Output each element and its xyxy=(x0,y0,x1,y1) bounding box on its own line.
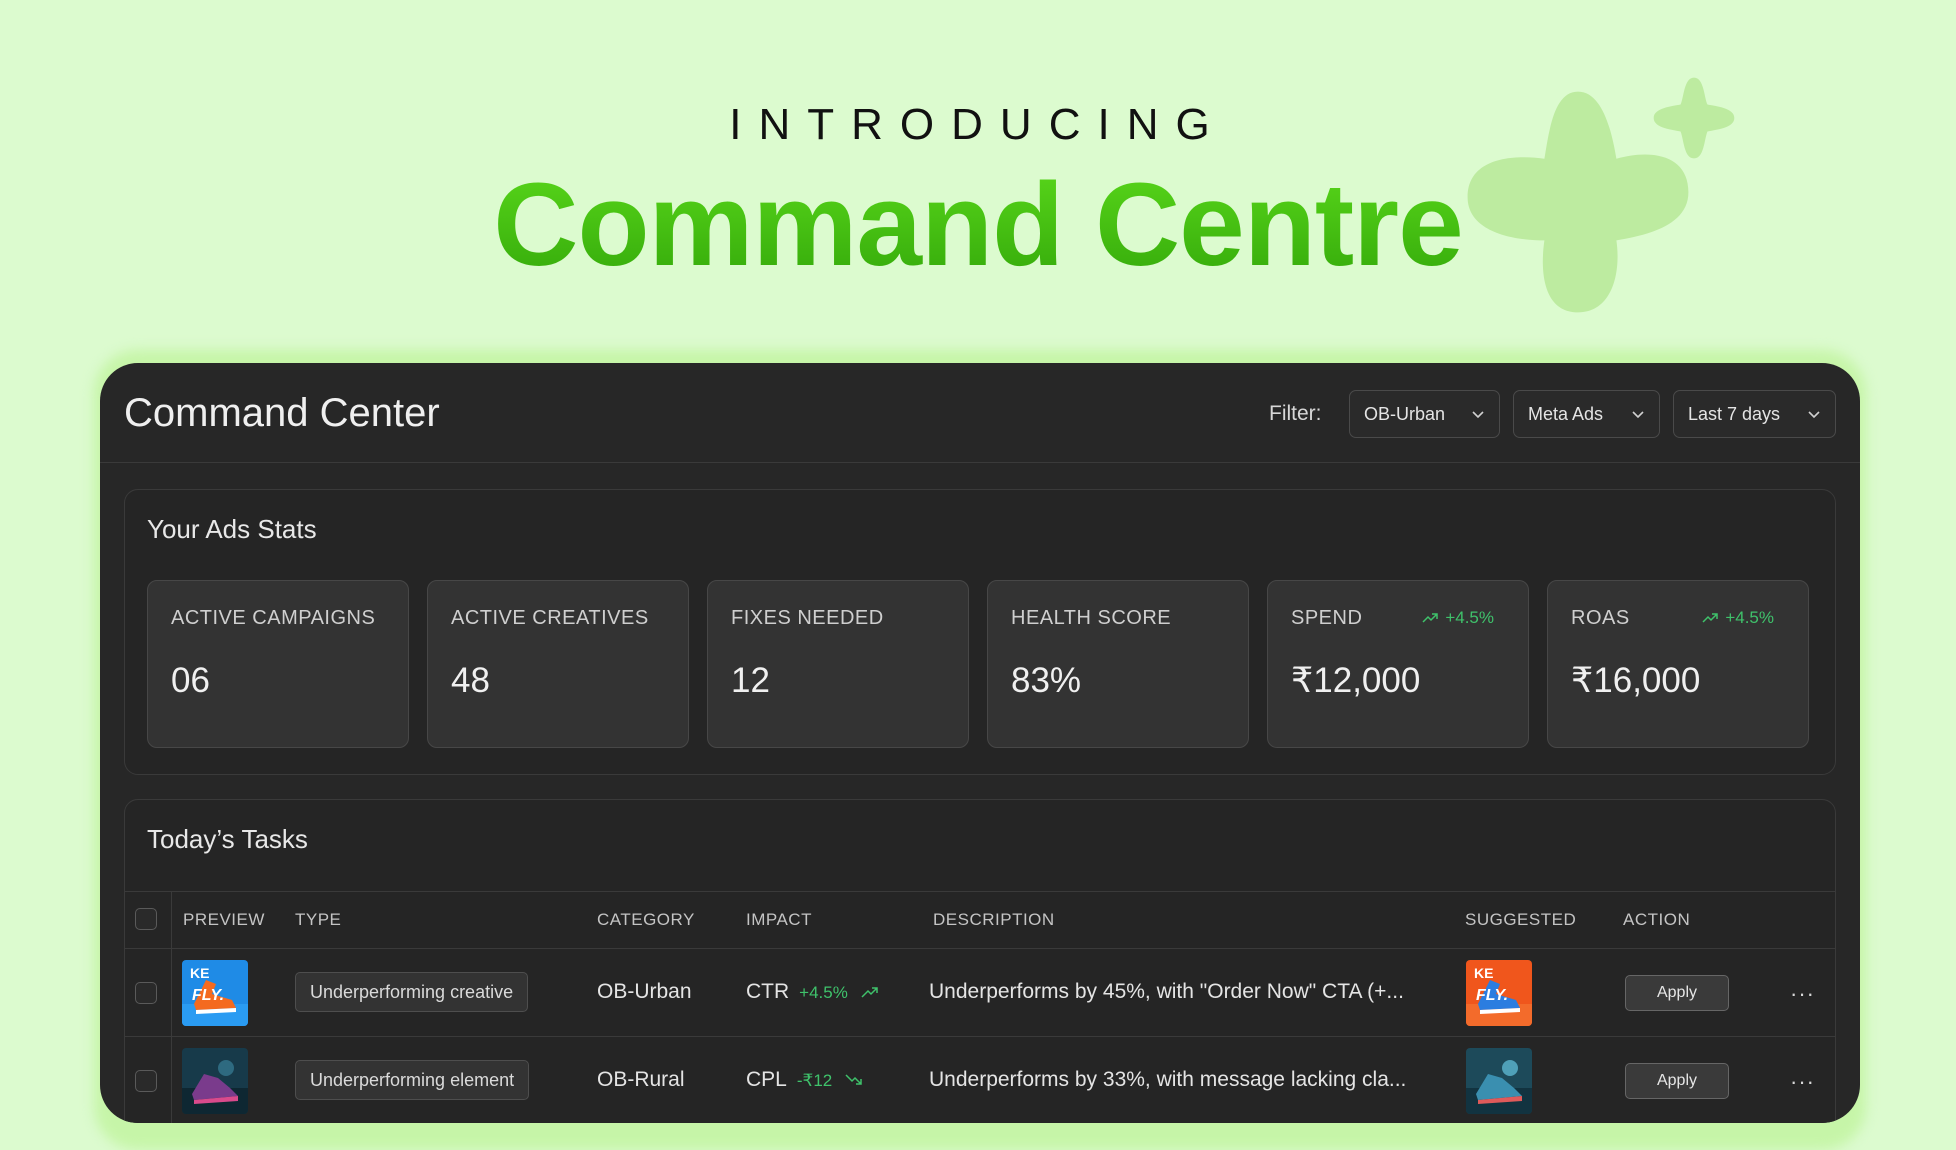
stat-label: SPEND xyxy=(1291,607,1363,629)
more-options-icon[interactable]: ··· xyxy=(1790,1069,1815,1095)
segment-filter-dropdown[interactable]: OB-Urban xyxy=(1349,390,1500,438)
svg-text:FLY.: FLY. xyxy=(192,987,224,1004)
filter-label: Filter: xyxy=(1269,402,1322,425)
suggested-creative-image[interactable] xyxy=(1466,1048,1532,1114)
stat-label: ACTIVE CAMPAIGNS xyxy=(171,607,376,629)
task-category: OB-Urban xyxy=(597,980,692,1003)
shoe-ad-thumbnail: KE FLY. xyxy=(182,960,248,1026)
creative-preview-image[interactable] xyxy=(182,1048,248,1114)
column-divider xyxy=(171,949,172,1036)
stat-label: HEALTH SCORE xyxy=(1011,607,1172,629)
stat-active-campaigns[interactable]: ACTIVE CAMPAIGNS 06 xyxy=(147,580,409,748)
table-row[interactable]: Underperforming element OB-Rural CPL -₹12… xyxy=(125,1037,1835,1123)
svg-text:KE: KE xyxy=(1474,965,1493,981)
sparkle-small-icon xyxy=(1653,77,1735,159)
impact-delta: +4.5% xyxy=(799,983,848,1002)
stat-trend: +4.5% xyxy=(1701,608,1774,628)
task-category: OB-Rural xyxy=(597,1068,685,1091)
trend-up-icon xyxy=(861,987,878,998)
panel-header: Command Center Filter: OB-Urban Meta Ads… xyxy=(100,363,1860,463)
stat-label: ACTIVE CREATIVES xyxy=(451,607,649,629)
impact-metric: CPL xyxy=(746,1068,787,1091)
stat-value: 83% xyxy=(1011,661,1082,700)
column-header-preview[interactable]: PREVIEW xyxy=(183,910,265,930)
column-header-type[interactable]: TYPE xyxy=(295,910,341,930)
channel-filter-value: Meta Ads xyxy=(1528,403,1604,424)
impact-delta: -₹12 xyxy=(796,1071,833,1090)
task-type-pill: Underperforming creative xyxy=(295,972,529,1012)
column-header-action[interactable]: ACTION xyxy=(1623,910,1690,930)
stat-value: 06 xyxy=(171,661,210,700)
segment-filter-value: OB-Urban xyxy=(1364,403,1446,424)
more-options-icon[interactable]: ··· xyxy=(1790,981,1815,1007)
todays-tasks-card: Today’s Tasks PREVIEW TYPE CATEGORY IMPA… xyxy=(124,799,1836,1123)
ads-stats-card: Your Ads Stats ACTIVE CAMPAIGNS 06 ACTIV… xyxy=(124,489,1836,775)
chevron-down-icon xyxy=(1632,411,1644,419)
shoe-photo-thumbnail xyxy=(1466,1048,1532,1114)
stat-fixes-needed[interactable]: FIXES NEEDED 12 xyxy=(707,580,969,748)
row-checkbox[interactable] xyxy=(135,1070,157,1092)
stat-label: FIXES NEEDED xyxy=(731,607,884,629)
trend-down-icon xyxy=(845,1074,862,1086)
trend-up-icon xyxy=(1702,613,1719,623)
stat-trend: +4.5% xyxy=(1421,608,1494,628)
date-range-value: Last 7 days xyxy=(1688,403,1781,424)
stat-health-score[interactable]: HEALTH SCORE 83% xyxy=(987,580,1249,748)
shoe-ad-thumbnail: KE FLY. xyxy=(1466,960,1532,1026)
date-range-dropdown[interactable]: Last 7 days xyxy=(1673,390,1836,438)
task-impact: CTR +4.5% xyxy=(746,980,880,1004)
task-type-pill: Underperforming element xyxy=(295,1060,530,1100)
stat-trend-value: +4.5% xyxy=(1725,608,1774,627)
apply-button[interactable]: Apply xyxy=(1625,1063,1729,1099)
task-impact: CPL -₹12 xyxy=(746,1068,864,1092)
stat-value: 48 xyxy=(451,661,490,700)
column-header-category[interactable]: CATEGORY xyxy=(597,910,695,930)
column-header-description[interactable]: DESCRIPTION xyxy=(933,910,1055,930)
app-title: Command Center xyxy=(124,391,440,435)
stat-value: 12 xyxy=(731,661,770,700)
creative-preview-image[interactable]: KE FLY. xyxy=(182,960,248,1026)
chevron-down-icon xyxy=(1808,411,1820,419)
task-description: Underperforms by 45%, with "Order Now" C… xyxy=(929,980,1404,1003)
shoe-photo-thumbnail xyxy=(182,1048,248,1114)
column-divider xyxy=(171,892,172,948)
apply-button[interactable]: Apply xyxy=(1625,975,1729,1011)
tasks-title: Today’s Tasks xyxy=(147,824,308,854)
suggested-creative-image[interactable]: KE FLY. xyxy=(1466,960,1532,1026)
stat-spend[interactable]: SPEND +4.5% ₹12,000 xyxy=(1267,580,1529,748)
channel-filter-dropdown[interactable]: Meta Ads xyxy=(1513,390,1660,438)
row-checkbox[interactable] xyxy=(135,982,157,1004)
column-header-impact[interactable]: IMPACT xyxy=(746,910,812,930)
task-description: Underperforms by 33%, with message lacki… xyxy=(929,1068,1407,1091)
stat-value: ₹12,000 xyxy=(1291,661,1421,700)
stats-title: Your Ads Stats xyxy=(147,514,317,544)
chevron-down-icon xyxy=(1472,411,1484,419)
svg-text:FLY.: FLY. xyxy=(1476,987,1508,1004)
stat-roas[interactable]: ROAS +4.5% ₹16,000 xyxy=(1547,580,1809,748)
stat-active-creatives[interactable]: ACTIVE CREATIVES 48 xyxy=(427,580,689,748)
trend-up-icon xyxy=(1422,613,1439,623)
table-row[interactable]: KE FLY. Underperforming creative OB-Urba… xyxy=(125,949,1835,1037)
tasks-table-header: PREVIEW TYPE CATEGORY IMPACT DESCRIPTION… xyxy=(125,891,1835,949)
impact-metric: CTR xyxy=(746,980,790,1003)
command-center-panel: Command Center Filter: OB-Urban Meta Ads… xyxy=(100,363,1860,1123)
stat-trend-value: +4.5% xyxy=(1445,608,1494,627)
stat-value: ₹16,000 xyxy=(1571,661,1701,700)
column-divider xyxy=(171,1037,172,1123)
svg-text:KE: KE xyxy=(190,965,209,981)
stat-label: ROAS xyxy=(1571,607,1630,629)
select-all-checkbox[interactable] xyxy=(135,908,157,930)
column-header-suggested[interactable]: SUGGESTED xyxy=(1465,910,1576,930)
